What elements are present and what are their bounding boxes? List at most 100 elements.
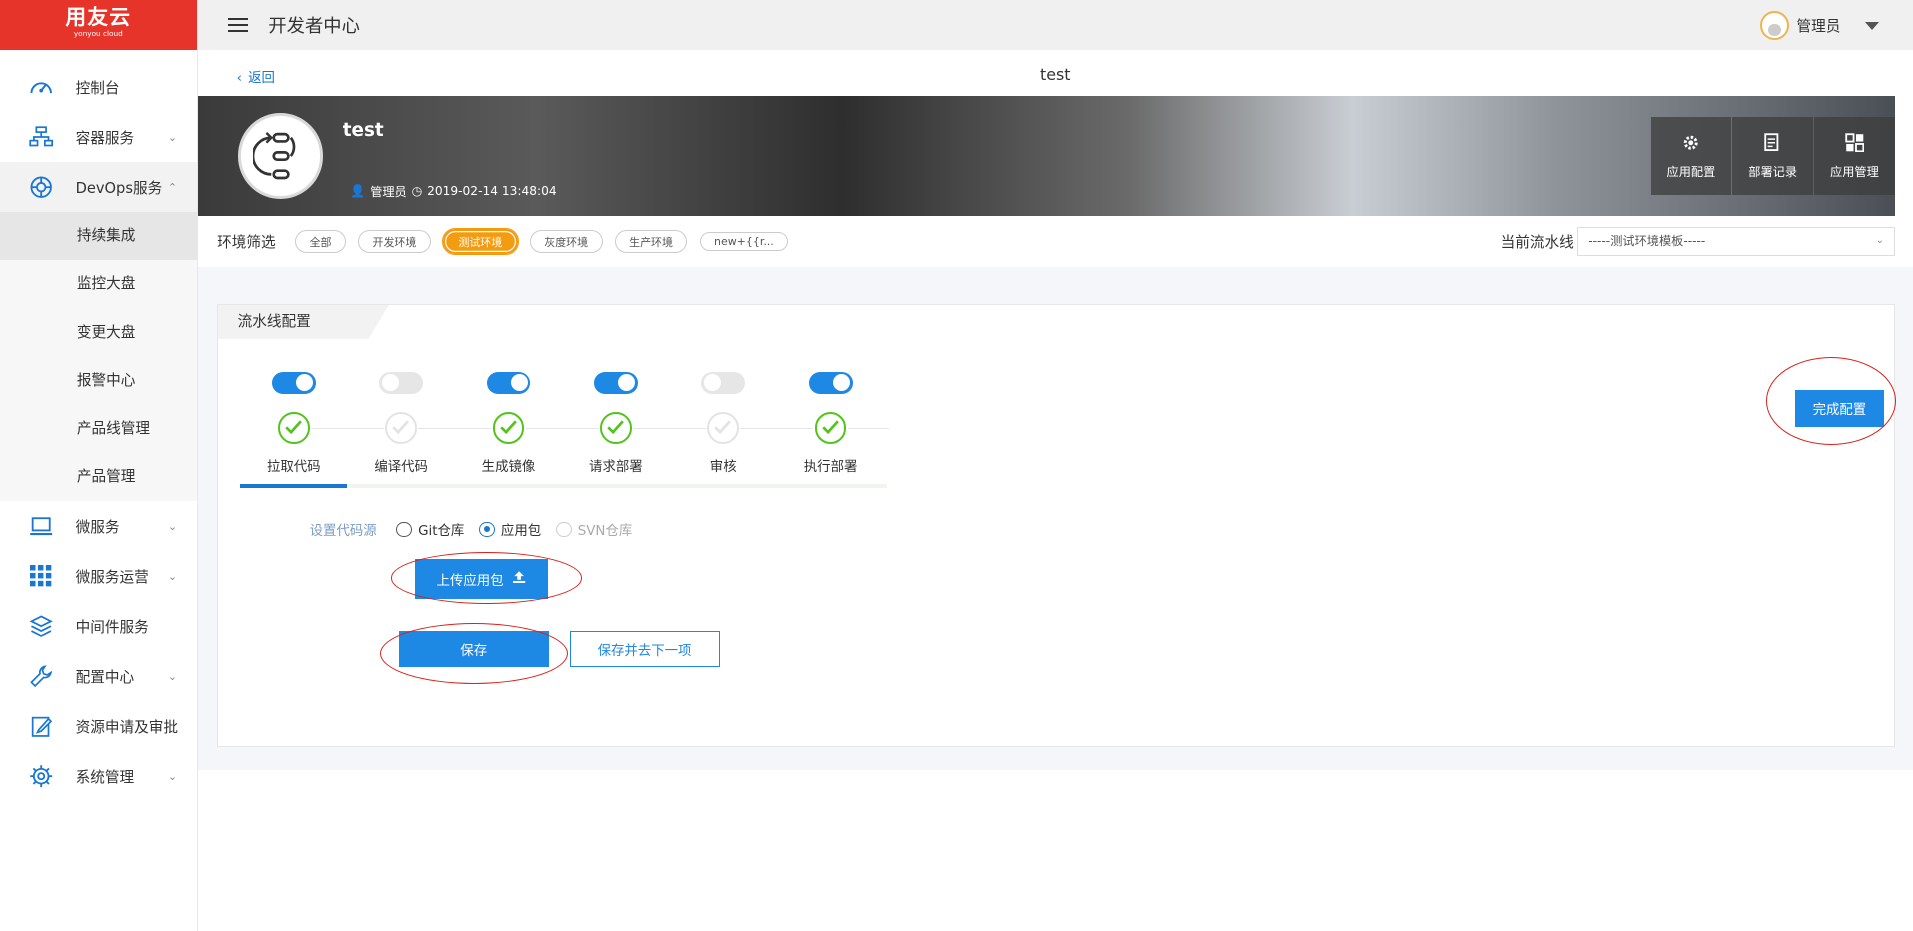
upload-icon xyxy=(513,570,526,587)
pipeline-select[interactable]: -----测试环境模板----- ⌄ xyxy=(1577,226,1895,257)
hamburger-menu-icon[interactable] xyxy=(228,14,248,36)
app-manage-button[interactable]: 应用管理 xyxy=(1814,117,1895,196)
step-label: 执行部署 xyxy=(803,459,858,475)
code-source-row: 设置代码源 Git仓库 应用包 SVN仓库 xyxy=(310,519,647,539)
pipeline-step: 拉取代码 xyxy=(240,371,347,475)
upload-label: 上传应用包 xyxy=(436,573,504,589)
env-chip-gray[interactable]: 灰度环境 xyxy=(529,230,603,253)
caret-down-icon[interactable] xyxy=(1864,21,1879,30)
pipeline-label: 当前流水线 xyxy=(1500,234,1574,252)
step-toggle[interactable] xyxy=(486,371,531,394)
radio-svn[interactable]: SVN仓库 xyxy=(555,519,633,540)
radio-label: 应用包 xyxy=(500,524,542,540)
sidebar-item-system[interactable]: 系统管理 ⌄ xyxy=(0,751,197,801)
deploy-records-button[interactable]: 部署记录 xyxy=(1732,117,1813,196)
pipeline-step: 请求部署 xyxy=(562,371,669,475)
step-toggle[interactable] xyxy=(593,371,638,394)
step-label: 编译代码 xyxy=(374,459,428,475)
sidebar-item-devops[interactable]: DevOps服务 ⌃ xyxy=(0,162,197,213)
sidebar-subitem-ci[interactable]: 持续集成 xyxy=(0,212,197,261)
sidebar-item-config[interactable]: 配置中心 ⌄ xyxy=(0,651,197,701)
sidebar-subitem-change[interactable]: 变更大盘 xyxy=(0,309,197,357)
app-name: test xyxy=(342,119,384,141)
devops-icon xyxy=(29,175,53,199)
deploy-records-label: 部署记录 xyxy=(1748,164,1798,179)
brand-sub: yonyou cloud xyxy=(73,29,123,39)
step-toggle[interactable] xyxy=(379,371,424,394)
check-circle-icon xyxy=(277,412,310,444)
app-meta: 👤 管理员 ◷ 2019-02-14 13:48:04 xyxy=(350,182,561,200)
chevron-down-icon: ⌄ xyxy=(1875,234,1884,246)
step-toggle[interactable] xyxy=(701,371,746,394)
radio-git[interactable]: Git仓库 xyxy=(396,519,464,539)
sidebar-item-label: DevOps服务 xyxy=(75,179,163,197)
sidebar: 用友云 yonyou cloud 控制台 容器服务 ⌄ DevOps服务 ⌃ 持… xyxy=(0,0,198,931)
avatar xyxy=(1759,10,1790,41)
sidebar-item-label: 中间件服务 xyxy=(75,618,149,636)
edit-doc-icon xyxy=(29,714,53,738)
check-circle-icon xyxy=(492,412,525,444)
chevron-down-icon: ⌄ xyxy=(167,669,178,683)
chevron-down-icon: ⌄ xyxy=(167,769,178,783)
laptop-icon xyxy=(29,514,53,538)
chevron-down-icon: ⌄ xyxy=(167,130,178,144)
app-logo-icon xyxy=(237,113,324,199)
sidebar-item-microservice[interactable]: 微服务 ⌄ xyxy=(0,501,197,551)
pipeline-step: 审核 xyxy=(670,371,777,475)
sidebar-subitem-productline[interactable]: 产品线管理 xyxy=(0,405,197,453)
radio-package[interactable]: 应用包 xyxy=(478,519,542,540)
radio-circle xyxy=(396,521,413,538)
pipeline-steps: 拉取代码 编译代码 生成镜像 请求部署 审核 执行部署 xyxy=(240,371,890,488)
sidebar-item-label: 系统管理 xyxy=(75,768,135,786)
sidebar-item-label: 微服务 xyxy=(75,518,120,536)
upload-package-button[interactable]: 上传应用包 xyxy=(414,558,548,599)
step-label: 生成镜像 xyxy=(481,459,536,475)
env-chip-dev[interactable]: 开发环境 xyxy=(358,230,431,253)
layers-icon xyxy=(29,614,54,638)
sidebar-subitem-product[interactable]: 产品管理 xyxy=(0,453,197,501)
banner-actions: 应用配置 部署记录 应用管理 xyxy=(1649,117,1895,196)
env-chip-new[interactable]: new+{{r... xyxy=(699,231,789,252)
sidebar-item-middleware[interactable]: 中间件服务 xyxy=(0,601,197,651)
step-toggle[interactable] xyxy=(808,371,853,394)
app-time: 2019-02-14 13:48:04 xyxy=(427,183,557,198)
main-content: ‹ 返回 test test 👤 管理员 ◷ 2019-02-14 13:48:0… xyxy=(197,50,1913,931)
finish-config-button[interactable]: 完成配置 xyxy=(1794,390,1884,427)
env-chip-prod[interactable]: 生产环境 xyxy=(614,230,688,253)
user-menu[interactable]: 管理员 xyxy=(1759,10,1879,41)
dashboard-icon xyxy=(1844,132,1865,155)
card-tab[interactable]: 流水线配置 xyxy=(218,304,389,339)
document-icon xyxy=(1764,132,1781,155)
check-circle-icon xyxy=(814,412,847,444)
sidebar-item-label: 容器服务 xyxy=(75,129,135,147)
network-icon xyxy=(29,125,54,149)
wrench-icon xyxy=(29,664,53,688)
sidebar-item-console[interactable]: 控制台 xyxy=(0,62,197,112)
radio-label: SVN仓库 xyxy=(577,524,633,540)
pipeline-config-card: 流水线配置 拉取代码 编译代码 生成镜像 请求部署 审核 执行部署 设置代码源 … xyxy=(217,303,1897,747)
env-chip-test[interactable]: 测试环境 xyxy=(441,228,519,255)
save-button[interactable]: 保存 xyxy=(398,630,549,668)
devops-submenu: 持续集成 监控大盘 变更大盘 报警中心 产品线管理 产品管理 xyxy=(0,212,197,502)
sidebar-item-container[interactable]: 容器服务 ⌄ xyxy=(0,112,197,162)
sidebar-item-label: 配置中心 xyxy=(75,668,135,686)
sidebar-subitem-alarm[interactable]: 报警中心 xyxy=(0,357,197,405)
sidebar-item-label: 微服务运营 xyxy=(75,568,149,586)
sidebar-item-ms-ops[interactable]: 微服务运营 ⌄ xyxy=(0,551,197,601)
radio-circle xyxy=(555,521,572,538)
chevron-down-icon: ⌄ xyxy=(167,569,178,583)
gear-icon xyxy=(1681,133,1701,155)
check-circle-icon xyxy=(599,412,632,444)
sidebar-item-resource[interactable]: 资源申请及审批 xyxy=(0,701,197,751)
brand-logo[interactable]: 用友云 yonyou cloud xyxy=(0,0,197,51)
env-chip-all[interactable]: 全部 xyxy=(295,230,346,253)
save-next-button[interactable]: 保存并去下一项 xyxy=(569,630,720,668)
check-circle-icon xyxy=(707,412,740,444)
radio-circle xyxy=(478,521,495,538)
step-toggle[interactable] xyxy=(271,371,316,394)
sidebar-subitem-monitor[interactable]: 监控大盘 xyxy=(0,260,197,308)
env-filter-label: 环境筛选 xyxy=(217,234,276,252)
app-config-button[interactable]: 应用配置 xyxy=(1650,117,1732,196)
app-config-label: 应用配置 xyxy=(1666,164,1716,179)
radio-label: Git仓库 xyxy=(418,524,465,540)
